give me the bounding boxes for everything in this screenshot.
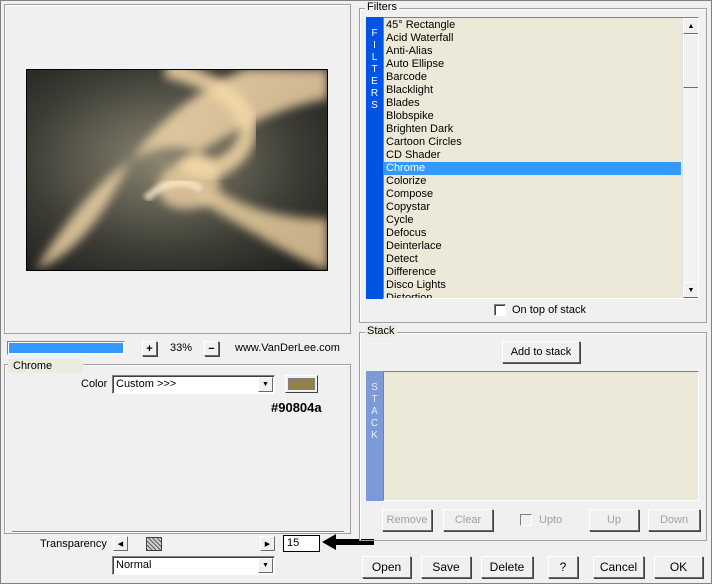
filter-list-item[interactable]: Barcode (384, 71, 681, 84)
stack-list[interactable] (383, 371, 699, 501)
filter-list-item[interactable]: Cycle (384, 214, 681, 227)
cancel-button[interactable]: Cancel (593, 556, 644, 578)
filter-list-item[interactable]: Compose (384, 188, 681, 201)
color-hex-label: #90804a (271, 400, 322, 415)
side-label-letter: K (371, 430, 378, 441)
stack-side-label: STACK (366, 382, 383, 442)
side-label-letter: R (370, 88, 379, 99)
color-select[interactable]: Custom >>> ▼ (112, 375, 275, 394)
transparency-scrollbar[interactable]: ◀ ▶ (113, 536, 276, 552)
filter-list-item[interactable]: Deinterlace (384, 240, 681, 253)
upto-label[interactable]: Upto (539, 514, 562, 526)
side-label-letter: E (371, 76, 378, 87)
filter-list-item[interactable]: Blacklight (384, 84, 681, 97)
side-label-letter: S (371, 100, 378, 111)
on-top-checkbox[interactable] (494, 304, 506, 316)
side-label-letter: F (371, 28, 378, 39)
up-button[interactable]: Up (589, 509, 639, 531)
divider (12, 531, 344, 533)
scroll-down-icon[interactable]: ▼ (683, 282, 698, 298)
filter-list-item[interactable]: Chrome (384, 162, 681, 175)
scroll-left-icon[interactable]: ◀ (113, 536, 128, 551)
down-button[interactable]: Down (648, 509, 700, 531)
delete-button[interactable]: Delete (481, 556, 533, 578)
color-select-value: Custom >>> (116, 378, 177, 390)
side-label-letter: T (371, 394, 378, 405)
color-label: Color (81, 378, 108, 390)
clear-button[interactable]: Clear (443, 509, 493, 531)
zoom-out-button[interactable]: − (204, 341, 219, 356)
remove-button[interactable]: Remove (382, 509, 432, 531)
help-button[interactable]: ? (548, 556, 578, 578)
blend-mode-select[interactable]: Normal ▼ (112, 556, 275, 575)
preview-image[interactable] (26, 69, 328, 271)
filter-list-item[interactable]: Blobspike (384, 110, 681, 123)
color-swatch-fill (288, 378, 315, 390)
zoom-level: 33% (169, 342, 193, 354)
blend-mode-value: Normal (116, 559, 152, 571)
zoom-in-button[interactable]: + (142, 341, 157, 356)
progress-bar (7, 341, 125, 355)
filter-list-item[interactable]: Copystar (384, 201, 681, 214)
stack-title: Stack (365, 325, 397, 337)
scroll-up-icon[interactable]: ▲ (683, 18, 698, 34)
filter-list-item[interactable]: 45° Rectangle (384, 19, 681, 32)
transparency-label: Transparency (40, 538, 107, 550)
filter-list-item[interactable]: CD Shader (384, 149, 681, 162)
filter-list-item[interactable]: Difference (384, 266, 681, 279)
scroll-thumb[interactable] (146, 537, 162, 551)
filter-list-item[interactable]: Distortion (384, 292, 681, 298)
filter-list-item[interactable]: Acid Waterfall (384, 32, 681, 45)
filters-title: Filters (365, 1, 399, 13)
filter-list-item[interactable]: Auto Ellipse (384, 58, 681, 71)
filter-list-item[interactable]: Blades (384, 97, 681, 110)
transparency-value[interactable]: 15 (283, 535, 320, 552)
side-label-letter: T (371, 64, 378, 75)
filter-list-item[interactable]: Defocus (384, 227, 681, 240)
chevron-down-icon[interactable]: ▼ (258, 558, 273, 573)
website-link[interactable]: www.VanDerLee.com (235, 342, 340, 354)
filters-scrollbar[interactable]: ▲ ▼ (682, 18, 698, 298)
save-button[interactable]: Save (421, 556, 471, 578)
on-top-label[interactable]: On top of stack (512, 304, 586, 316)
side-label-letter: A (371, 406, 378, 417)
side-label-letter: L (371, 52, 378, 63)
side-label-letter: C (370, 418, 379, 429)
filters-side-label: FILTERS (366, 28, 383, 112)
scroll-thumb[interactable] (683, 34, 698, 88)
ok-button[interactable]: OK (654, 556, 703, 578)
color-swatch[interactable] (285, 375, 318, 393)
scroll-right-icon[interactable]: ▶ (260, 536, 275, 551)
filter-list-item[interactable]: Colorize (384, 175, 681, 188)
side-label-letter: S (371, 382, 378, 393)
progress-fill (9, 343, 123, 353)
open-button[interactable]: Open (362, 556, 411, 578)
filter-list-item[interactable]: Disco Lights (384, 279, 681, 292)
filter-list-item[interactable]: Anti-Alias (384, 45, 681, 58)
add-to-stack-button[interactable]: Add to stack (502, 341, 580, 363)
filters-list[interactable]: 45° Rectangle Acid Waterfall Anti-Alias Aut… (383, 17, 699, 299)
filter-list-item[interactable]: Detect (384, 253, 681, 266)
chrome-group-title: Chrome (8, 359, 83, 373)
filter-list-item[interactable]: Cartoon Circles (384, 136, 681, 149)
upto-checkbox[interactable] (520, 514, 532, 526)
filter-list-item[interactable]: Brighten Dark (384, 123, 681, 136)
side-label-letter: I (373, 40, 376, 51)
chevron-down-icon[interactable]: ▼ (258, 377, 273, 392)
